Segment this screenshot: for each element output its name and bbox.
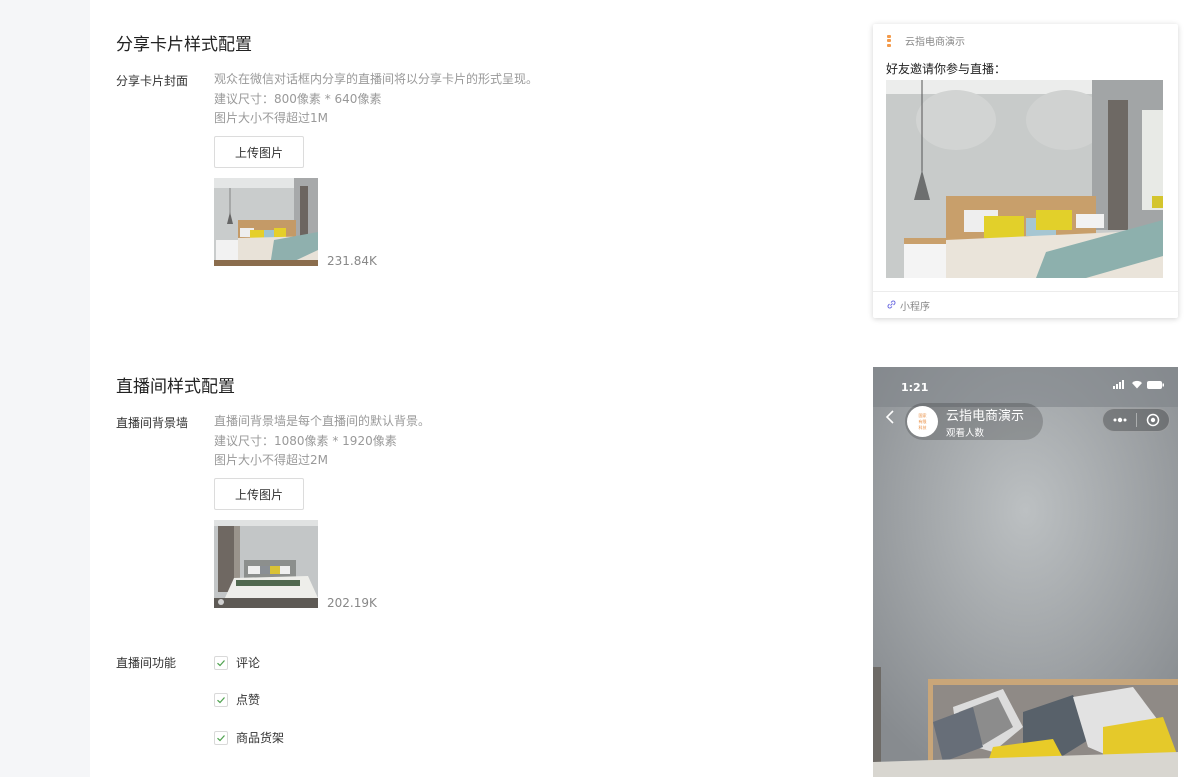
feature-label: 评论: [236, 656, 261, 670]
live-room-phone-preview: 1:21 国家 有限 科技 云指电商演示 观看人数: [873, 367, 1178, 777]
phone-status-time: 1:21: [901, 381, 929, 394]
battery-icon: [1147, 380, 1164, 389]
share-card-section-title: 分享卡片样式配置: [116, 35, 252, 55]
checkbox-check-icon[interactable]: [214, 730, 228, 745]
feature-like-checkbox[interactable]: 点赞: [214, 691, 260, 708]
sidebar-strip: [0, 0, 90, 777]
card-invite-text: 好友邀请你参与直播：: [886, 62, 1007, 76]
room-avatar: 国家 有限 科技: [907, 406, 938, 437]
feature-goods-shelf-checkbox[interactable]: 商品货架: [214, 729, 284, 746]
signal-icon: [1113, 380, 1124, 389]
live-room-help-line: 直播间背景墙是每个直播间的默认背景。: [214, 414, 431, 428]
share-card-cover-label: 分享卡片封面: [116, 74, 189, 88]
share-card-cover-thumbnail[interactable]: [214, 178, 318, 266]
back-chevron-icon[interactable]: [885, 409, 895, 429]
live-room-background-label: 直播间背景墙: [116, 416, 189, 430]
brand-logo-icon: [887, 34, 891, 47]
card-divider: [873, 291, 1178, 292]
feature-comment-checkbox[interactable]: 评论: [214, 654, 260, 671]
room-viewer-count: 观看人数: [946, 428, 985, 439]
card-brand-row: 云指电商演示: [887, 33, 965, 48]
bedroom-image: [214, 520, 318, 608]
live-room-background-thumbnail[interactable]: [214, 520, 318, 608]
live-room-features-label: 直播间功能: [116, 656, 177, 670]
live-room-upload-button[interactable]: 上传图片: [214, 478, 304, 510]
card-cover-image: [886, 80, 1163, 278]
live-room-file-size: 202.19K: [327, 596, 377, 610]
more-icon[interactable]: [1103, 417, 1136, 423]
bedroom-image: [886, 80, 1163, 278]
card-footer: 小程序: [887, 298, 930, 313]
card-brand-name: 云指电商演示: [905, 37, 965, 48]
share-card-file-size: 231.84K: [327, 254, 377, 268]
share-card-help-line: 观众在微信对话框内分享的直播间将以分享卡片的形式呈现。: [214, 72, 539, 86]
feature-label: 商品货架: [236, 731, 285, 745]
checkbox-check-icon[interactable]: [214, 692, 228, 707]
share-card-preview: 云指电商演示 好友邀请你参与直播： 小程序: [873, 24, 1178, 318]
mini-program-capsule[interactable]: [1102, 408, 1170, 432]
share-card-help: 观众在微信对话框内分享的直播间将以分享卡片的形式呈现。 建议尺寸：800像素 *…: [214, 70, 538, 129]
share-card-help-line: 建议尺寸：800像素 * 640像素: [214, 91, 382, 106]
bedroom-image: [214, 178, 318, 266]
feature-label: 点赞: [236, 693, 261, 707]
checkbox-check-icon[interactable]: [214, 655, 228, 670]
close-target-icon[interactable]: [1137, 413, 1169, 427]
mini-program-label: 小程序: [900, 302, 930, 313]
live-room-help-line: 建议尺寸：1080像素 * 1920像素: [214, 433, 397, 448]
live-room-help: 直播间背景墙是每个直播间的默认背景。 建议尺寸：1080像素 * 1920像素 …: [214, 412, 430, 471]
room-name: 云指电商演示: [946, 409, 1025, 424]
live-room-help-line: 图片大小不得超过2M: [214, 453, 328, 467]
share-card-upload-button[interactable]: 上传图片: [214, 136, 304, 168]
wifi-icon: [1132, 380, 1142, 389]
share-card-help-line: 图片大小不得超过1M: [214, 111, 328, 125]
avatar-text: 科技: [918, 424, 927, 430]
main-panel: 分享卡片样式配置 分享卡片封面 观众在微信对话框内分享的直播间将以分享卡片的形式…: [90, 0, 1200, 777]
live-room-section-title: 直播间样式配置: [116, 377, 235, 397]
link-icon: [887, 300, 896, 312]
phone-status-icons: [1113, 380, 1164, 389]
